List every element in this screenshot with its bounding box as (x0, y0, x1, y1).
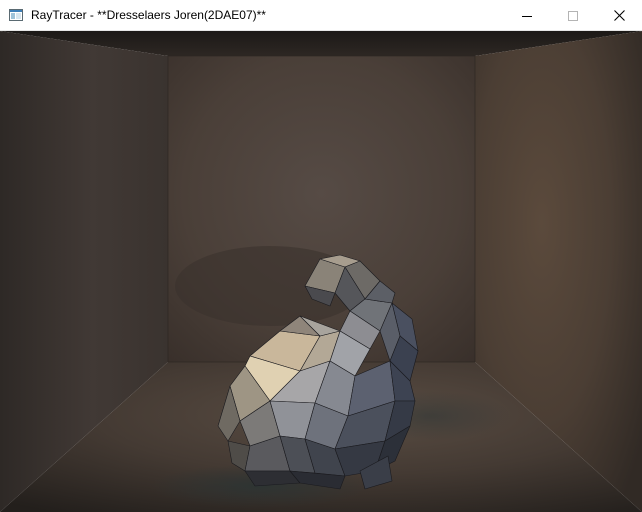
rendered-scene (0, 31, 642, 512)
close-icon (613, 10, 625, 21)
maximize-icon (568, 10, 578, 21)
close-button[interactable] (596, 0, 642, 31)
raytracer-window: RayTracer - **Dresselaers Joren(2DAE07)*… (0, 0, 642, 512)
maximize-button[interactable] (550, 0, 596, 31)
minimize-button[interactable] (504, 0, 550, 31)
app-window-icon (9, 8, 23, 22)
title-bar[interactable]: RayTracer - **Dresselaers Joren(2DAE07)*… (0, 0, 642, 31)
minimize-icon (522, 11, 532, 21)
render-viewport (0, 31, 642, 512)
window-title: RayTracer - **Dresselaers Joren(2DAE07)*… (31, 8, 266, 22)
